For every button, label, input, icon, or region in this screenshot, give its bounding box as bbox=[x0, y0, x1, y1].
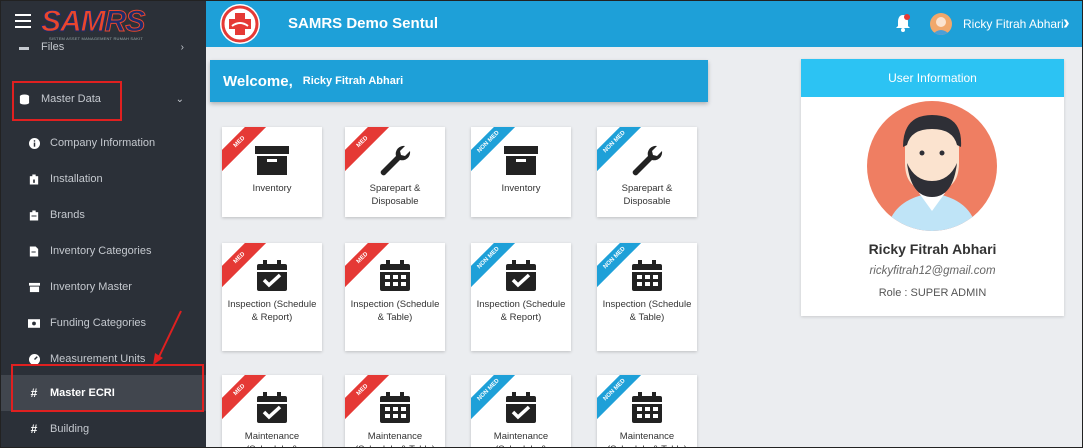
sidebar-item-label: Inventory Master bbox=[50, 281, 132, 293]
calendar-check-icon bbox=[255, 260, 289, 292]
tile-label: Inventory bbox=[252, 183, 292, 194]
user-info-name: Ricky Fitrah Abhari bbox=[868, 241, 997, 257]
module-tile[interactable]: MED Sparepart & Disposable bbox=[345, 127, 445, 217]
welcome-greeting: Welcome, bbox=[223, 72, 293, 90]
tile-label: Maintenance (Schedule & Table) bbox=[607, 431, 687, 447]
sidebar-item-installation[interactable]: Installation bbox=[1, 161, 206, 197]
hamburger-icon[interactable] bbox=[15, 14, 31, 28]
calendar-grid-icon bbox=[378, 392, 412, 424]
user-avatar[interactable] bbox=[930, 13, 952, 35]
file-icon bbox=[28, 245, 40, 257]
module-tile[interactable]: NON MED Sparepart & Disposable bbox=[597, 127, 697, 217]
sidebar-item-brands[interactable]: Brands bbox=[1, 197, 206, 233]
tile-label: Sparepart & Disposable bbox=[621, 183, 673, 207]
chevron-right-icon[interactable]: › bbox=[1063, 13, 1070, 33]
bell-icon[interactable] bbox=[895, 13, 911, 33]
money-icon bbox=[28, 317, 40, 329]
sidebar-item-label: Installation bbox=[50, 173, 103, 185]
tile-label: Inspection (Schedule & Report) bbox=[227, 299, 317, 323]
sidebar-item-label: Building bbox=[50, 423, 90, 435]
sidebar: ▬ Files › Master Data ⌄ Company Informat… bbox=[1, 41, 206, 447]
user-avatar-large bbox=[867, 101, 997, 231]
module-tile[interactable]: NON MED Inspection (Schedule & Report) bbox=[471, 243, 571, 351]
app-emblem-icon bbox=[220, 4, 260, 44]
archive-icon bbox=[504, 144, 538, 176]
welcome-name: Ricky Fitrah Abhari bbox=[302, 75, 404, 87]
sidebar-item-label: Files bbox=[41, 41, 65, 53]
tile-label: Maintenance (Schedule & Table) bbox=[355, 431, 435, 447]
module-tile[interactable]: NON MEDMaintenance (Schedule & bbox=[471, 375, 571, 447]
sidebar-item-building[interactable]: # Building bbox=[1, 411, 206, 447]
module-tile[interactable]: MED Inspection (Schedule & Table) bbox=[345, 243, 445, 351]
user-info-email: rickyfitrah12@gmail.com bbox=[869, 265, 996, 277]
highlight-box-master-data bbox=[12, 81, 122, 121]
sidebar-item-label: Brands bbox=[50, 209, 85, 221]
module-tile[interactable]: MED Inspection (Schedule & Report) bbox=[222, 243, 322, 351]
wrench-icon bbox=[630, 144, 664, 176]
tile-label: Inspection (Schedule & Table) bbox=[350, 299, 440, 323]
user-info-role: Role : SUPER ADMIN bbox=[878, 287, 987, 299]
user-name-link[interactable]: Ricky Fitrah Abhari bbox=[963, 17, 1064, 31]
logo-accent-text: RS bbox=[104, 5, 146, 38]
samrs-logo[interactable]: SAMRS bbox=[41, 5, 146, 38]
sidebar-item-label: Company Information bbox=[50, 137, 156, 149]
chevron-down-icon: ⌄ bbox=[175, 93, 184, 105]
module-tile[interactable]: NON MED Inventory bbox=[471, 127, 571, 217]
info-icon bbox=[28, 137, 40, 149]
sidebar-item-company-information[interactable]: Company Information bbox=[1, 125, 206, 161]
brand-icon bbox=[28, 209, 40, 221]
sidebar-item-inventory-categories[interactable]: Inventory Categories bbox=[1, 233, 206, 269]
app-window: SAMRS SISTEM ASSET MANAGEMENT RUMAH SAKI… bbox=[0, 0, 1083, 448]
archive-icon bbox=[28, 281, 40, 293]
wrench-icon bbox=[378, 144, 412, 176]
module-tile[interactable]: NON MED Inspection (Schedule & Table) bbox=[597, 243, 697, 351]
sidebar-item-inventory-master[interactable]: Inventory Master bbox=[1, 269, 206, 305]
module-tile[interactable]: MED Inventory bbox=[222, 127, 322, 217]
highlight-box-master-ecri bbox=[11, 364, 204, 412]
module-tile[interactable]: MEDMaintenance (Schedule & bbox=[222, 375, 322, 447]
module-tile[interactable]: NON MEDMaintenance (Schedule & Table) bbox=[597, 375, 697, 447]
logo-main-text: SAM bbox=[41, 5, 107, 38]
user-info-header: User Information bbox=[801, 59, 1064, 97]
tile-label: Inventory bbox=[501, 183, 541, 194]
annotation-arrow bbox=[153, 310, 182, 365]
calendar-grid-icon bbox=[630, 260, 664, 292]
tile-label: Maintenance (Schedule & bbox=[244, 431, 300, 447]
calendar-grid-icon bbox=[630, 392, 664, 424]
calendar-grid-icon bbox=[378, 260, 412, 292]
module-tile[interactable]: MEDMaintenance (Schedule & Table) bbox=[345, 375, 445, 447]
tile-label: Inspection (Schedule & Report) bbox=[476, 299, 566, 323]
sidebar-item-label: Funding Categories bbox=[50, 317, 147, 329]
user-info-card: User Information Ricky Fitrah Abhari ric… bbox=[801, 59, 1064, 316]
chevron-right-icon: › bbox=[180, 41, 184, 53]
calendar-check-icon bbox=[504, 392, 538, 424]
calendar-check-icon bbox=[504, 260, 538, 292]
tile-label: Maintenance (Schedule & bbox=[493, 431, 549, 447]
app-title: SAMRS Demo Sentul bbox=[288, 15, 439, 32]
archive-icon bbox=[255, 144, 289, 176]
welcome-banner: Welcome, Ricky Fitrah Abhari bbox=[210, 60, 708, 102]
hash-icon: # bbox=[30, 422, 38, 436]
calendar-check-icon bbox=[255, 392, 289, 424]
sidebar-item-files[interactable]: ▬ Files › bbox=[1, 37, 206, 57]
folder-icon: ▬ bbox=[19, 41, 29, 53]
installation-icon bbox=[28, 173, 40, 185]
sidebar-item-label: Inventory Categories bbox=[50, 245, 152, 257]
tile-label: Sparepart & Disposable bbox=[369, 183, 421, 207]
tile-label: Inspection (Schedule & Table) bbox=[602, 299, 692, 323]
